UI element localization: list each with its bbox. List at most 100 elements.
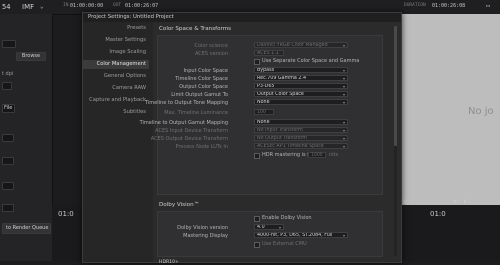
row-label-mastering-display: Mastering Display bbox=[183, 233, 228, 239]
dropdown-value: No Input Transform bbox=[257, 128, 303, 133]
hdr-mastering-checkbox[interactable] bbox=[254, 153, 260, 159]
enable-dolby-vision-label: Enable Dolby Vision bbox=[262, 215, 312, 221]
hdr-nits-field[interactable]: 1000 bbox=[308, 152, 326, 158]
timecode-in: 01:00:00:00 bbox=[70, 3, 104, 9]
aces-odt-dropdown[interactable]: No Output Transform ▾ bbox=[254, 135, 348, 141]
nav-capture-and-playback[interactable]: Capture and Playback bbox=[83, 96, 149, 105]
separate-color-space-label: Use Separate Color Space and Gamma bbox=[262, 58, 360, 64]
option-field-1[interactable] bbox=[2, 82, 12, 90]
next-icon[interactable]: ▶| bbox=[464, 198, 471, 205]
chevron-down-icon: ▾ bbox=[342, 120, 345, 125]
row-label-aces-idt: ACES Input Device Transform bbox=[155, 128, 228, 134]
location-field[interactable] bbox=[2, 40, 16, 48]
dropdown-value: Rec.709 Gamma 2.4 bbox=[257, 76, 307, 81]
section-title-dolby-vision: Dolby Vision™ bbox=[159, 202, 200, 208]
file-tab[interactable]: File bbox=[2, 104, 15, 113]
more-icon[interactable]: ⋯ bbox=[486, 2, 490, 10]
tone-mapping-dropdown[interactable]: None ▾ bbox=[254, 99, 348, 105]
output-color-space-dropdown[interactable]: P3-D65 ▾ bbox=[254, 83, 348, 89]
nav-general-options[interactable]: General Options bbox=[83, 72, 149, 81]
option-field-2[interactable] bbox=[2, 134, 14, 142]
nav-color-management[interactable]: Color Management bbox=[83, 60, 149, 69]
row-label-process-node-luts: Process Node LUTs In bbox=[175, 144, 228, 150]
chevron-down-icon: ▾ bbox=[342, 68, 345, 73]
mastering-display-dropdown[interactable]: 4000-nit, P3, D65, ST.2084, Full ▾ bbox=[254, 232, 348, 238]
dolby-version-dropdown[interactable]: 4.0 ▾ bbox=[254, 224, 284, 230]
timeline-color-space-dropdown[interactable]: Rec.709 Gamma 2.4 ▾ bbox=[254, 75, 348, 81]
timeline-timecode: 01:0 bbox=[58, 210, 74, 218]
row-label-input-color-space: Input Color Space bbox=[183, 68, 228, 74]
nav-camera-raw[interactable]: Camera RAW bbox=[83, 84, 149, 93]
chevron-down-icon: ▾ bbox=[342, 92, 345, 97]
duration-label: DURATION bbox=[404, 3, 426, 8]
top-left-label: 54 bbox=[2, 3, 11, 11]
input-color-space-dropdown[interactable]: Bypass ▾ bbox=[254, 67, 348, 73]
nav-presets[interactable]: Presets bbox=[83, 24, 149, 33]
section-title-color-space: Color Space & Transforms bbox=[159, 26, 232, 32]
browse-button[interactable]: Browse bbox=[16, 52, 46, 61]
process-node-luts-dropdown[interactable]: ACEScc AP1 Timeline Space ▾ bbox=[254, 143, 348, 149]
row-label-gamut-mapping: Timeline to Output Gamut Mapping bbox=[139, 120, 228, 126]
add-to-render-queue-button[interactable]: to Render Queue bbox=[2, 223, 51, 234]
chevron-down-icon: ▾ bbox=[342, 84, 345, 89]
dropdown-value: None bbox=[257, 120, 270, 125]
render-settings-panel: Browse t dpi File to Render Queue bbox=[0, 14, 53, 261]
option-field-3[interactable] bbox=[2, 157, 14, 165]
row-label-color-science: Color science bbox=[194, 43, 228, 49]
chevron-down-icon: ▾ bbox=[342, 43, 345, 48]
dropdown-value: None bbox=[257, 100, 270, 105]
color-science-dropdown[interactable]: DaVinci YRGB Color Managed ▾ bbox=[254, 42, 348, 48]
external-cmu-label: Use External CMU bbox=[262, 241, 307, 247]
in-label: IN bbox=[63, 3, 69, 8]
chevron-down-icon[interactable]: ⌄ bbox=[40, 3, 44, 10]
chevron-down-icon: ▾ bbox=[278, 225, 281, 230]
dropdown-value: DaVinci YRGB Color Managed bbox=[257, 43, 328, 48]
viewer: No jo bbox=[400, 14, 500, 210]
viewer-timecode: 01:0 bbox=[430, 210, 446, 218]
dropdown-value: 4.0 bbox=[257, 225, 265, 230]
preset-label: t dpi bbox=[2, 71, 14, 77]
row-label-limit-output-gamut: Limit Output Gamut To bbox=[171, 92, 228, 98]
play-icon[interactable]: ▶ bbox=[454, 198, 458, 205]
hdr-mastering-label: HDR mastering is for bbox=[262, 152, 315, 158]
color-space-section: Color science DaVinci YRGB Color Managed… bbox=[140, 35, 383, 195]
row-label-max-timeline-luminance: Max. Timeline Luminance bbox=[164, 110, 228, 116]
dropdown-value: Bypass bbox=[257, 68, 275, 73]
dialog-scrollbar[interactable] bbox=[394, 26, 397, 256]
out-label: OUT bbox=[113, 3, 122, 8]
option-field-4[interactable] bbox=[2, 182, 14, 190]
scrollbar-thumb[interactable] bbox=[394, 26, 397, 146]
row-label-tone-mapping: Timeline to Output Tone Mapping bbox=[145, 100, 228, 106]
stop-icon[interactable]: ■ bbox=[403, 198, 407, 205]
dropdown-value: P3-D65 bbox=[257, 84, 275, 89]
format-label[interactable]: IMF bbox=[22, 3, 34, 11]
chevron-down-icon: ▾ bbox=[342, 100, 345, 105]
row-label-output-color-space: Output Color Space bbox=[179, 84, 228, 90]
color-management-panel: Color Space & Transforms Color science D… bbox=[140, 22, 401, 265]
viewer-message: No jo bbox=[468, 106, 494, 117]
option-field-5[interactable] bbox=[2, 204, 14, 212]
chevron-down-icon: ▾ bbox=[342, 144, 345, 149]
row-label-dolby-version: Dolby Vision version bbox=[177, 225, 228, 231]
separate-color-space-checkbox[interactable] bbox=[254, 59, 260, 65]
nits-label: nits bbox=[329, 152, 339, 158]
enable-dolby-vision-checkbox[interactable] bbox=[254, 216, 260, 222]
aces-idt-dropdown[interactable]: No Input Transform ▾ bbox=[254, 127, 348, 133]
limit-output-gamut-dropdown[interactable]: Output Color Space ▾ bbox=[254, 91, 348, 97]
nav-subtitles[interactable]: Subtitles bbox=[83, 108, 149, 117]
dropdown-value: Output Color Space bbox=[257, 92, 304, 97]
gamut-mapping-dropdown[interactable]: None ▾ bbox=[254, 119, 348, 125]
nav-image-scaling[interactable]: Image Scaling bbox=[83, 48, 149, 57]
max-luminance-field[interactable]: 100 bbox=[254, 109, 274, 115]
project-settings-dialog: Project Settings: Untitled Project Prese… bbox=[82, 12, 402, 265]
settings-nav: Presets Master Settings Image Scaling Co… bbox=[83, 22, 153, 262]
row-label-timeline-color-space: Timeline Color Space bbox=[175, 76, 228, 82]
dropdown-value: ACEScc AP1 Timeline Space bbox=[257, 144, 324, 149]
dropdown-value: ACES 1.1 bbox=[257, 51, 279, 56]
row-label-aces-odt: ACES Output Device Transform bbox=[150, 136, 228, 142]
external-cmu-checkbox[interactable] bbox=[254, 242, 260, 248]
dropdown-value: No Output Transform bbox=[257, 136, 308, 141]
nav-master-settings[interactable]: Master Settings bbox=[83, 36, 149, 45]
aces-version-dropdown[interactable]: ACES 1.1 bbox=[254, 50, 284, 56]
row-label-aces-version: ACES version bbox=[194, 51, 228, 57]
